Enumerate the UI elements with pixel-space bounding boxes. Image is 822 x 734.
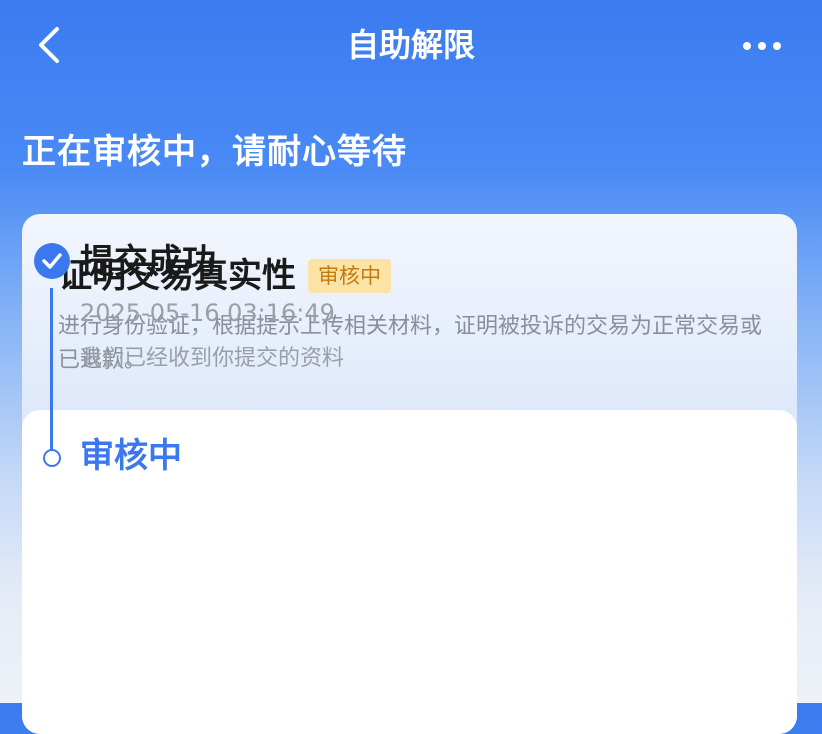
status-badge: 审核中 [308, 259, 391, 293]
top-nav-bar: 自助解限 [0, 0, 822, 90]
timeline-connector [50, 288, 53, 450]
step-title-reviewing: 审核中 [80, 436, 182, 476]
circle-outline-icon [43, 449, 61, 467]
status-heading: 正在审核中，请耐心等待 [22, 132, 407, 172]
step-timestamp: 2025-05-16 03:16:49 [80, 299, 335, 327]
step-note: 我们已经收到你提交的资料 [80, 346, 345, 371]
step-title-submitted: 提交成功 [80, 242, 216, 282]
page-title: 自助解限 [346, 26, 475, 64]
more-horizontal-icon [743, 42, 781, 50]
check-circle-icon [34, 243, 70, 279]
more-button[interactable] [732, 26, 792, 66]
